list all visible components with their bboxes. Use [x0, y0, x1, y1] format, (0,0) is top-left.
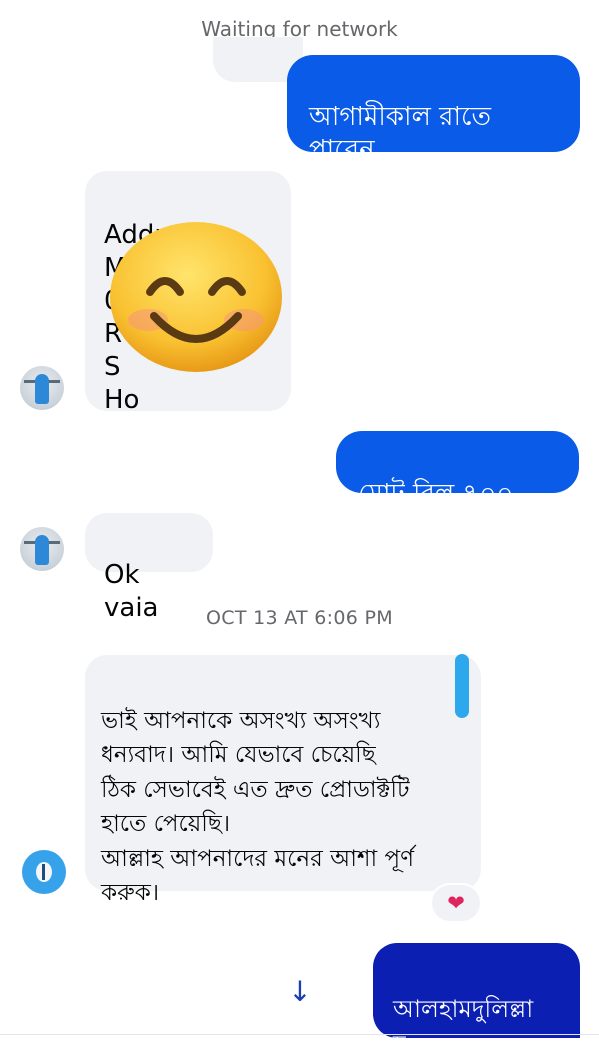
arrow-down-icon: ↓ [288, 975, 312, 1008]
avatar-detail [42, 864, 45, 880]
incoming-message-bubble[interactable]: Ok vaia [85, 513, 213, 623]
chat-screen: Waiting for network আগামীকাল রাতে পাবেন … [0, 0, 599, 1042]
outgoing-message-bubble[interactable]: আগামীকাল রাতে পাবেন ইনশাআল্লাহ [287, 55, 580, 198]
contact-avatar[interactable] [20, 366, 64, 410]
message-text: ভাই আপনাকে অসংখ্য অসংখ্য ধন্যবাদ। আমি যে… [101, 707, 415, 907]
message-text: মোট বিল ৭০০ টাকা [358, 479, 514, 542]
outgoing-message-bubble[interactable]: আলহামদুলিল্লা হ [373, 943, 580, 1042]
timestamp-divider: OCT 13 AT 6:06 PM [206, 607, 393, 629]
scroll-to-bottom-button[interactable]: ↓ [280, 972, 320, 1012]
message-text: আগামীকাল রাতে পাবেন ইনশাআল্লাহ [309, 102, 491, 198]
incoming-message-bubble[interactable]: ভাই আপনাকে অসংখ্য অসংখ্য ধন্যবাদ। আমি যে… [85, 655, 481, 906]
avatar-figure [35, 535, 49, 565]
scrollbar-thumb[interactable] [455, 654, 469, 718]
reaction-emoji: ❤ [447, 891, 465, 915]
outgoing-message-bubble[interactable]: মোট বিল ৭০০ টাকা [336, 431, 579, 542]
contact-avatar[interactable] [22, 850, 66, 894]
heart-reaction-icon[interactable]: ❤ [432, 885, 480, 921]
smiling-face-emoji-icon [110, 222, 282, 372]
avatar-figure [35, 374, 49, 404]
contact-avatar[interactable] [20, 527, 64, 571]
composer-divider [0, 1034, 599, 1035]
